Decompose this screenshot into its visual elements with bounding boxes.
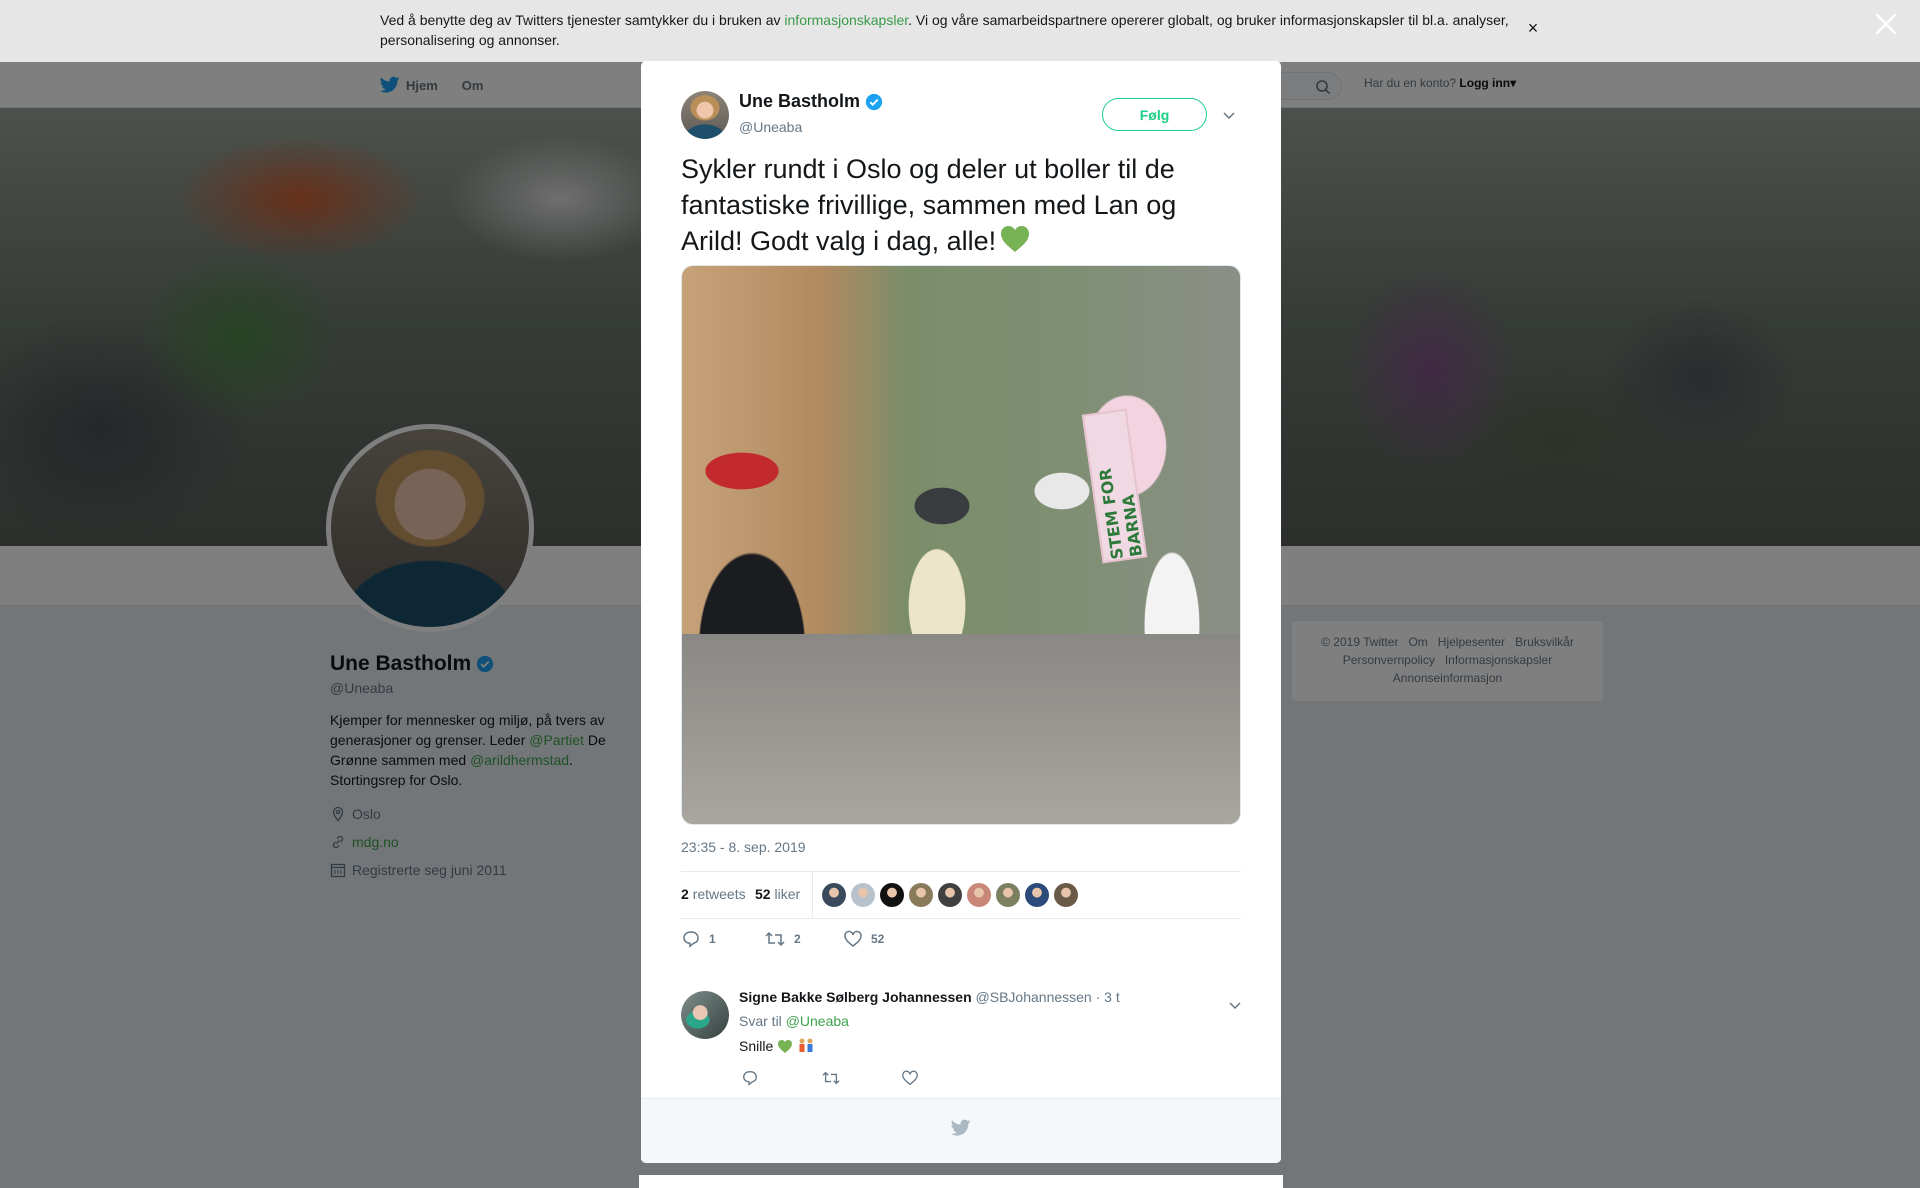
verified-icon	[865, 93, 883, 110]
liker-avatar[interactable]	[822, 883, 846, 907]
retweets-count: 2	[681, 886, 689, 902]
close-icon[interactable]	[1874, 12, 1898, 36]
reply-to-handle[interactable]: @Uneaba	[786, 1013, 849, 1029]
retweets-label: retweets	[692, 886, 746, 902]
heart-icon[interactable]	[901, 1069, 919, 1087]
liker-avatar[interactable]	[909, 883, 933, 907]
follow-button[interactable]: Følg	[1102, 98, 1207, 131]
reply-author-avatar[interactable]	[681, 991, 729, 1039]
liker-avatar[interactable]	[996, 883, 1020, 907]
tweet-photo[interactable]: STEM FOR BARNA	[681, 265, 1241, 825]
tweet-timestamp[interactable]: 23:35 - 8. sep. 2019	[681, 839, 806, 855]
liker-avatar[interactable]	[1025, 883, 1049, 907]
reply-icon[interactable]	[741, 1069, 759, 1087]
modal-footer	[641, 1098, 1281, 1163]
tweet-stats: 2 retweets 52 liker	[681, 871, 1241, 919]
cookie-text-before: Ved å benytte deg av Twitters tjenester …	[380, 12, 785, 28]
tweet-author[interactable]: Une Bastholm	[739, 91, 883, 112]
tweet-author-avatar[interactable]	[681, 91, 729, 139]
retweet-count: 2	[794, 932, 801, 946]
tweet-modal: Une Bastholm @Uneaba Følg Sykler rundt i…	[641, 61, 1281, 1163]
campaign-sign: STEM FOR BARNA	[1081, 408, 1148, 564]
like-count: 52	[871, 932, 885, 946]
liker-avatar[interactable]	[938, 883, 962, 907]
chevron-down-icon[interactable]	[1227, 997, 1243, 1013]
reply-text: Snille	[739, 1037, 815, 1055]
green-heart-icon	[1001, 226, 1030, 252]
retweet-button[interactable]: 2	[764, 929, 801, 949]
twitter-bird-icon	[951, 1119, 971, 1136]
heart-icon	[844, 930, 862, 947]
reply-time[interactable]: · 3 t	[1096, 989, 1120, 1005]
reply-count: 1	[709, 932, 716, 946]
tweet-header: Une Bastholm @Uneaba Følg	[681, 91, 1241, 141]
retweet-icon	[765, 931, 785, 947]
likes-stat[interactable]: 52 liker	[755, 886, 800, 902]
chevron-down-icon[interactable]	[1221, 107, 1237, 123]
cookie-text: Ved å benytte deg av Twitters tjenester …	[380, 10, 1520, 50]
likes-count: 52	[755, 886, 771, 902]
cookie-policy-link[interactable]: informasjonskapsler	[784, 12, 908, 28]
cookie-close-button[interactable]: ×	[1525, 18, 1541, 38]
reply-to-line: Svar til @Uneaba	[739, 1013, 849, 1029]
reply-text-content: Snille	[739, 1038, 774, 1054]
liker-avatar[interactable]	[880, 883, 904, 907]
reply-header: Signe Bakke Sølberg Johannessen @SBJohan…	[739, 989, 1120, 1005]
retweet-icon[interactable]	[821, 1069, 841, 1087]
retweets-stat[interactable]: 2 retweets	[681, 886, 746, 902]
tweet-actions: 1 2 52	[681, 929, 1241, 953]
cookie-banner: Ved å benytte deg av Twitters tjenester …	[0, 0, 1920, 62]
liker-avatar[interactable]	[1054, 883, 1078, 907]
campaign-sign-text: STEM FOR BARNA	[1095, 467, 1146, 561]
green-heart-icon	[778, 1039, 793, 1053]
liker-avatar[interactable]	[967, 883, 991, 907]
tweet-author-handle[interactable]: @Uneaba	[739, 119, 802, 135]
reply-author-handle[interactable]: @SBJohannessen	[976, 989, 1092, 1005]
tweet-text: Sykler rundt i Oslo og deler ut boller t…	[681, 151, 1241, 259]
reply-button[interactable]: 1	[681, 929, 716, 949]
reply-to-label: Svar til	[739, 1013, 782, 1029]
liker-avatar[interactable]	[851, 883, 875, 907]
reply-tweet[interactable]: Signe Bakke Sølberg Johannessen @SBJohan…	[681, 989, 1241, 1109]
likes-label: liker	[774, 886, 801, 902]
reply-author-name[interactable]: Signe Bakke Sølberg Johannessen	[739, 989, 972, 1005]
reply-actions	[739, 1069, 1039, 1089]
liker-avatars	[822, 883, 1078, 907]
tweet-text-content: Sykler rundt i Oslo og deler ut boller t…	[681, 154, 1177, 256]
like-button[interactable]: 52	[843, 929, 884, 949]
tweet-author-name[interactable]: Une Bastholm	[739, 91, 860, 112]
next-modal-edge	[639, 1175, 1283, 1188]
family-emoji-icon	[799, 1038, 813, 1052]
reply-icon	[683, 931, 699, 948]
